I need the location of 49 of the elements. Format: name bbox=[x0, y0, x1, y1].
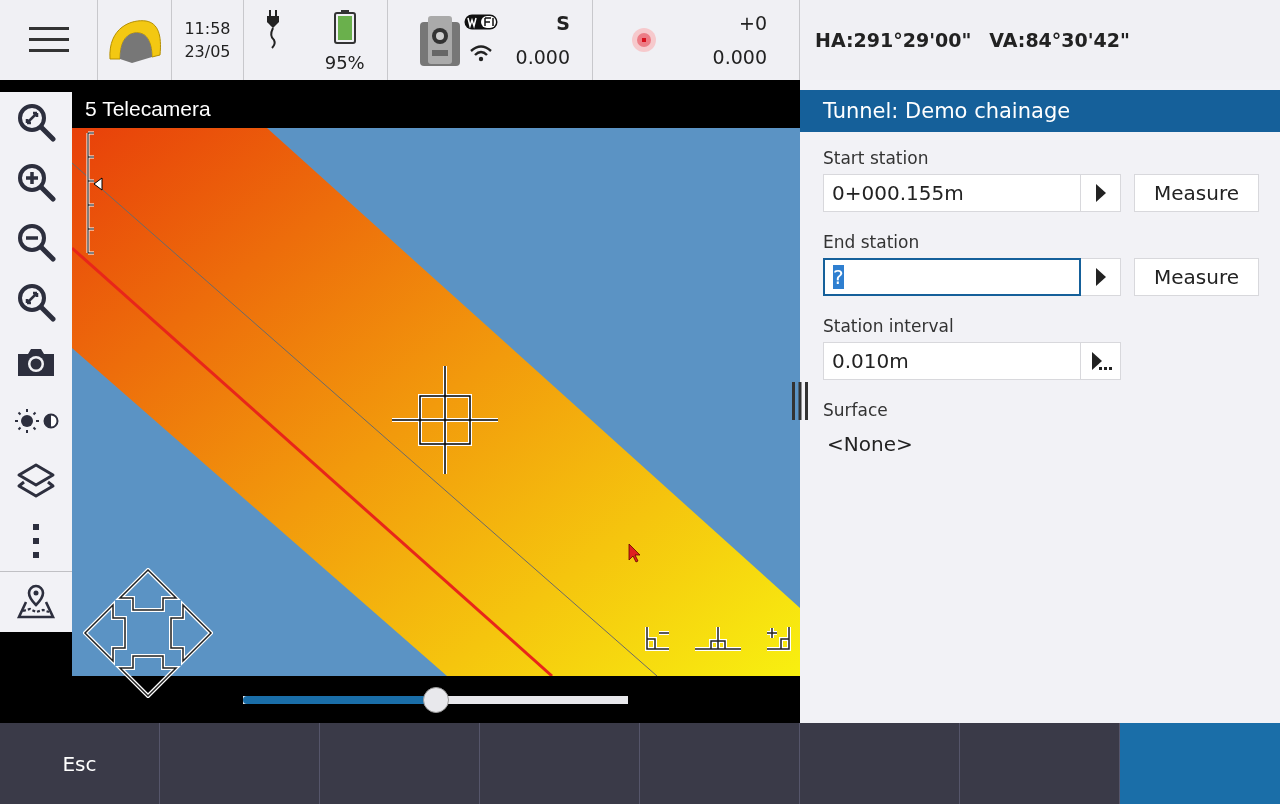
select-button[interactable] bbox=[1081, 174, 1121, 212]
camera-title: 5 Telecamera bbox=[84, 96, 212, 122]
battery-icon bbox=[333, 10, 356, 44]
instrument-value: 0.000 bbox=[515, 46, 570, 68]
clock-time: 11:58 bbox=[184, 19, 231, 38]
more-vertical-icon bbox=[32, 524, 40, 559]
instrument-label: S bbox=[556, 12, 570, 34]
center-face-icon bbox=[693, 625, 743, 653]
station-field[interactable]: 0+000.155m bbox=[823, 174, 1081, 212]
station-field[interactable]: 0.010m bbox=[823, 342, 1081, 380]
target-value: 0.000 bbox=[712, 46, 767, 68]
wifi-badge-icon bbox=[464, 14, 498, 30]
menu-icon bbox=[28, 27, 69, 53]
play-icon bbox=[1094, 183, 1107, 203]
magnifier-arrows-icon bbox=[16, 101, 56, 142]
field-label: Start station bbox=[823, 148, 930, 168]
field-value: 0+000.155m bbox=[832, 181, 964, 205]
field-label: End station bbox=[823, 232, 921, 252]
direction-pad[interactable] bbox=[83, 568, 213, 698]
panel-title: Tunnel: Demo chainage bbox=[800, 90, 1280, 132]
play-icon bbox=[1094, 267, 1107, 287]
field-label: Station interval bbox=[823, 316, 955, 336]
magnifier-arrows-icon bbox=[16, 281, 56, 322]
wifi-signal-icon bbox=[470, 44, 492, 62]
right-face-icon bbox=[765, 625, 791, 653]
clock-date: 23/05 bbox=[184, 42, 231, 61]
station-field[interactable]: ? bbox=[823, 258, 1081, 296]
brightness-contrast-icon bbox=[13, 407, 59, 436]
field-value: ? bbox=[833, 265, 844, 289]
measure-button[interactable]: Measure bbox=[1134, 258, 1259, 296]
measure-button[interactable]: Measure bbox=[1134, 174, 1259, 212]
surface-value: <None> bbox=[826, 432, 914, 456]
splitter-handle[interactable] bbox=[790, 382, 810, 420]
zoom-in-icon bbox=[16, 161, 56, 202]
battery-percent: 95% bbox=[324, 52, 365, 73]
horizontal-angle: HA:291°29'00" bbox=[815, 29, 972, 51]
field-label: Surface bbox=[823, 400, 889, 420]
mouse-cursor-icon bbox=[628, 543, 642, 563]
power-plug-icon bbox=[266, 10, 281, 50]
map-pin-icon bbox=[16, 584, 56, 621]
left-face-icon bbox=[645, 625, 671, 653]
select-button[interactable] bbox=[1081, 258, 1121, 296]
target-offset: +0 bbox=[739, 12, 767, 34]
zoom-out-icon bbox=[16, 221, 56, 262]
options-button[interactable] bbox=[1081, 342, 1121, 380]
target-dot-icon bbox=[631, 27, 657, 53]
vertical-angle: VA:84°30'42" bbox=[989, 29, 1130, 51]
zoom-slider-thumb[interactable] bbox=[422, 686, 449, 713]
field-value: 0.010m bbox=[832, 349, 909, 373]
